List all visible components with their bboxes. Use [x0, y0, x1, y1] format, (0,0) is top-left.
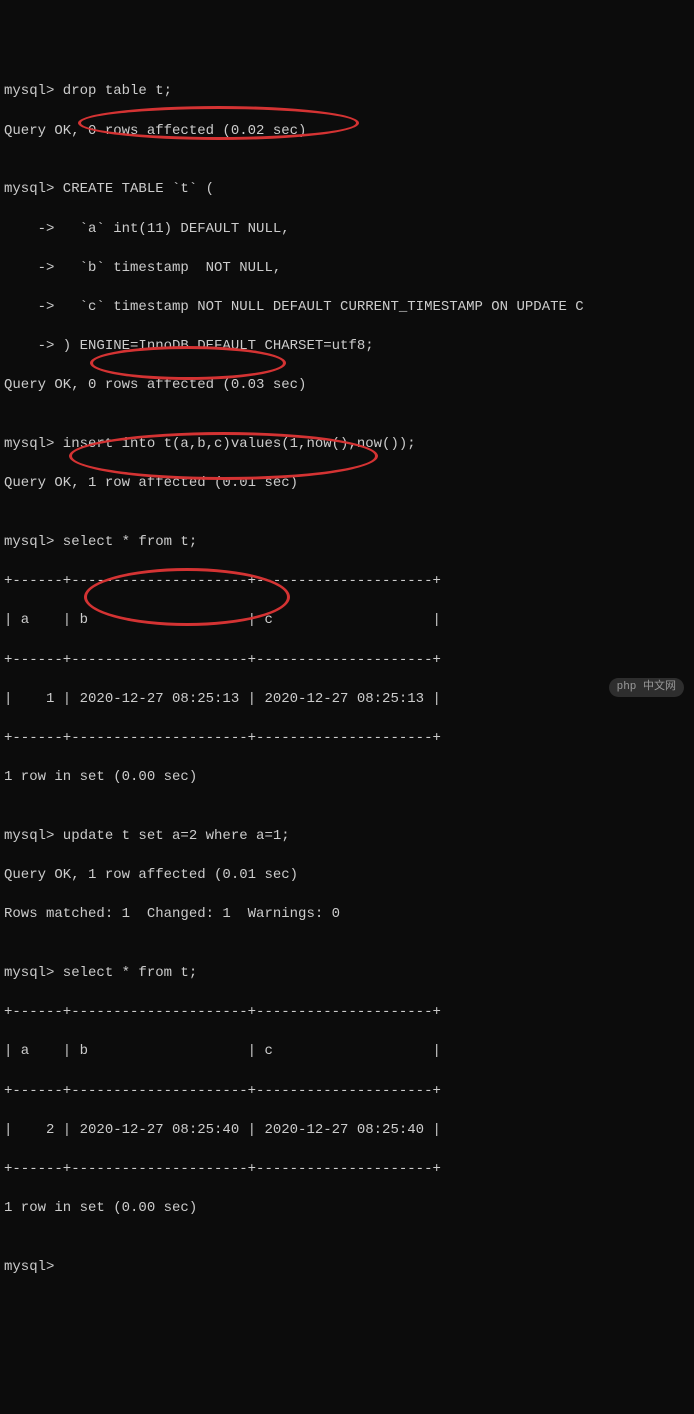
terminal-line: | a | b | c |	[4, 611, 690, 631]
terminal-line: mysql> select * from t;	[4, 964, 690, 984]
terminal-line: 1 row in set (0.00 sec)	[4, 1199, 690, 1219]
terminal-line: mysql> insert into t(a,b,c)values(1,now(…	[4, 435, 690, 455]
terminal-line: Query OK, 1 row affected (0.01 sec)	[4, 866, 690, 886]
terminal-line: | 1 | 2020-12-27 08:25:13 | 2020-12-27 0…	[4, 690, 690, 710]
terminal-line: Query OK, 1 row affected (0.01 sec)	[4, 474, 690, 494]
terminal-line: +------+---------------------+----------…	[4, 1082, 690, 1102]
terminal-line: Query OK, 0 rows affected (0.03 sec)	[4, 376, 690, 396]
terminal-line: mysql> CREATE TABLE `t` (	[4, 180, 690, 200]
terminal-line: mysql> select * from t;	[4, 533, 690, 553]
terminal-line: -> `a` int(11) DEFAULT NULL,	[4, 220, 690, 240]
terminal-line: +------+---------------------+----------…	[4, 572, 690, 592]
terminal-line: 1 row in set (0.00 sec)	[4, 768, 690, 788]
terminal-line: Query OK, 0 rows affected (0.02 sec)	[4, 122, 690, 142]
terminal-line: +------+---------------------+----------…	[4, 729, 690, 749]
terminal-line: | a | b | c |	[4, 1042, 690, 1062]
terminal-line: -> ) ENGINE=InnoDB DEFAULT CHARSET=utf8;	[4, 337, 690, 357]
terminal-prompt[interactable]: mysql>	[4, 1258, 690, 1278]
terminal-line: +------+---------------------+----------…	[4, 1160, 690, 1180]
terminal-line: mysql> drop table t;	[4, 82, 690, 102]
terminal-line: Rows matched: 1 Changed: 1 Warnings: 0	[4, 905, 690, 925]
watermark: php 中文网	[609, 678, 684, 697]
terminal-line: +------+---------------------+----------…	[4, 1003, 690, 1023]
terminal-line: | 2 | 2020-12-27 08:25:40 | 2020-12-27 0…	[4, 1121, 690, 1141]
terminal-line: -> `c` timestamp NOT NULL DEFAULT CURREN…	[4, 298, 690, 318]
terminal-line: -> `b` timestamp NOT NULL,	[4, 259, 690, 279]
terminal-line: mysql> update t set a=2 where a=1;	[4, 827, 690, 847]
terminal-line: +------+---------------------+----------…	[4, 651, 690, 671]
